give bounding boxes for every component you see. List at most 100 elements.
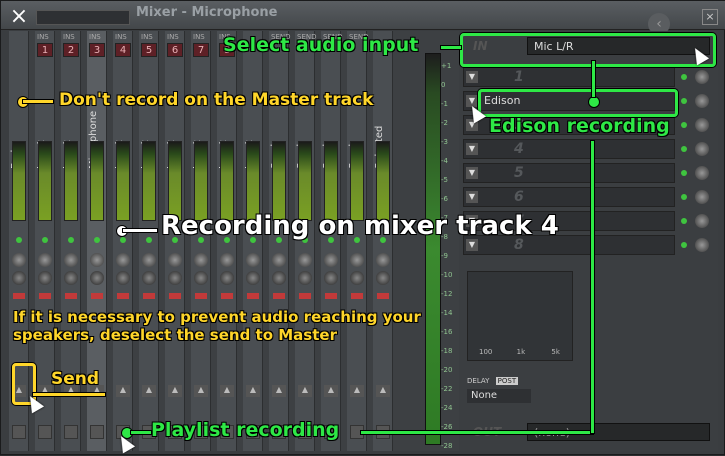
- slot-mix-knob[interactable]: [695, 142, 709, 156]
- slot-menu-icon[interactable]: ▼: [466, 167, 478, 179]
- slot-enable-led[interactable]: [681, 194, 687, 200]
- title-bar[interactable]: × Mixer - Microphone ‹ ×: [1, 1, 725, 35]
- send-arrow-icon[interactable]: ▲: [220, 385, 234, 397]
- stereo-knob[interactable]: [298, 271, 312, 285]
- stereo-knob[interactable]: [376, 271, 390, 285]
- pan-knob[interactable]: [272, 253, 286, 267]
- volume-fader[interactable]: [91, 293, 103, 299]
- window-close-button[interactable]: ×: [702, 9, 718, 25]
- stereo-knob[interactable]: [324, 271, 338, 285]
- pan-knob[interactable]: [246, 253, 260, 267]
- effect-slot[interactable]: ▼ 5: [463, 163, 675, 183]
- pan-knob[interactable]: [38, 253, 52, 267]
- title-grip[interactable]: [36, 10, 130, 25]
- slot-mix-knob[interactable]: [695, 94, 709, 108]
- stereo-knob[interactable]: [194, 271, 208, 285]
- pan-knob[interactable]: [116, 253, 130, 267]
- volume-fader[interactable]: [221, 293, 233, 299]
- pan-knob[interactable]: [12, 253, 26, 267]
- slot-menu-icon[interactable]: ▼: [466, 143, 478, 155]
- pan-knob[interactable]: [298, 253, 312, 267]
- slot-enable-led[interactable]: [681, 98, 687, 104]
- pan-knob[interactable]: [350, 253, 364, 267]
- stereo-knob[interactable]: [90, 271, 104, 285]
- slot-enable-led[interactable]: [681, 170, 687, 176]
- stereo-knob[interactable]: [64, 271, 78, 285]
- volume-fader[interactable]: [65, 293, 77, 299]
- volume-fader[interactable]: [247, 293, 259, 299]
- insert-number[interactable]: 3: [89, 43, 105, 57]
- enable-led[interactable]: [94, 237, 100, 243]
- slot-enable-led[interactable]: [681, 218, 687, 224]
- slot-enable-led[interactable]: [681, 146, 687, 152]
- send-arrow-icon[interactable]: ▲: [168, 385, 182, 397]
- slot-menu-icon[interactable]: ▼: [466, 191, 478, 203]
- pan-knob[interactable]: [324, 253, 338, 267]
- stereo-knob[interactable]: [272, 271, 286, 285]
- stereo-knob[interactable]: [168, 271, 182, 285]
- volume-fader[interactable]: [195, 293, 207, 299]
- record-disk-icon[interactable]: [64, 425, 78, 439]
- send-arrow-icon[interactable]: ▲: [272, 385, 286, 397]
- stereo-knob[interactable]: [116, 271, 130, 285]
- record-disk-icon[interactable]: [38, 425, 52, 439]
- pan-knob[interactable]: [194, 253, 208, 267]
- slot-mix-knob[interactable]: [695, 190, 709, 204]
- slot-mix-knob[interactable]: [695, 70, 709, 84]
- delay-select[interactable]: None: [467, 389, 531, 403]
- effect-slot[interactable]: ▼ 4: [463, 139, 675, 159]
- send-arrow-icon[interactable]: ▲: [116, 385, 130, 397]
- volume-fader[interactable]: [13, 293, 25, 299]
- stereo-knob[interactable]: [38, 271, 52, 285]
- record-disk-icon[interactable]: [90, 425, 104, 439]
- volume-fader[interactable]: [169, 293, 181, 299]
- send-arrow-icon[interactable]: ▲: [142, 385, 156, 397]
- pan-knob[interactable]: [142, 253, 156, 267]
- effect-slot[interactable]: ▼ 1: [463, 67, 675, 87]
- pan-knob[interactable]: [376, 253, 390, 267]
- pan-knob[interactable]: [220, 253, 234, 267]
- stereo-knob[interactable]: [220, 271, 234, 285]
- stereo-knob[interactable]: [142, 271, 156, 285]
- record-disk-icon[interactable]: [12, 425, 26, 439]
- volume-fader[interactable]: [325, 293, 337, 299]
- mixer-strip[interactable]: Selected ▲: [373, 31, 393, 451]
- close-icon[interactable]: ×: [8, 6, 30, 28]
- enable-led[interactable]: [120, 237, 126, 243]
- slot-enable-led[interactable]: [681, 74, 687, 80]
- volume-fader[interactable]: [351, 293, 363, 299]
- send-arrow-icon[interactable]: ▲: [194, 385, 208, 397]
- insert-number[interactable]: 4: [115, 43, 131, 57]
- slot-mix-knob[interactable]: [695, 166, 709, 180]
- send-arrow-icon[interactable]: ▲: [246, 385, 260, 397]
- insert-number[interactable]: 5: [141, 43, 157, 57]
- slot-mix-knob[interactable]: [695, 238, 709, 252]
- pan-knob[interactable]: [90, 253, 104, 267]
- volume-fader[interactable]: [377, 293, 389, 299]
- enable-led[interactable]: [146, 237, 152, 243]
- volume-fader[interactable]: [117, 293, 129, 299]
- slot-enable-led[interactable]: [681, 122, 687, 128]
- send-arrow-icon[interactable]: ▲: [298, 385, 312, 397]
- send-arrow-icon[interactable]: ▲: [376, 385, 390, 397]
- insert-number[interactable]: 7: [193, 43, 209, 57]
- pan-knob[interactable]: [168, 253, 182, 267]
- insert-number[interactable]: 2: [63, 43, 79, 57]
- enable-led[interactable]: [16, 237, 22, 243]
- stereo-knob[interactable]: [12, 271, 26, 285]
- volume-fader[interactable]: [143, 293, 155, 299]
- enable-led[interactable]: [42, 237, 48, 243]
- slot-enable-led[interactable]: [681, 242, 687, 248]
- slot-menu-icon[interactable]: ▼: [466, 71, 478, 83]
- volume-fader[interactable]: [273, 293, 285, 299]
- stereo-knob[interactable]: [350, 271, 364, 285]
- enable-led[interactable]: [68, 237, 74, 243]
- insert-number[interactable]: 1: [37, 43, 53, 57]
- stereo-knob[interactable]: [246, 271, 260, 285]
- volume-fader[interactable]: [299, 293, 311, 299]
- slot-mix-knob[interactable]: [695, 214, 709, 228]
- volume-fader[interactable]: [39, 293, 51, 299]
- pan-knob[interactable]: [64, 253, 78, 267]
- slot-mix-knob[interactable]: [695, 118, 709, 132]
- send-arrow-icon[interactable]: ▲: [350, 385, 364, 397]
